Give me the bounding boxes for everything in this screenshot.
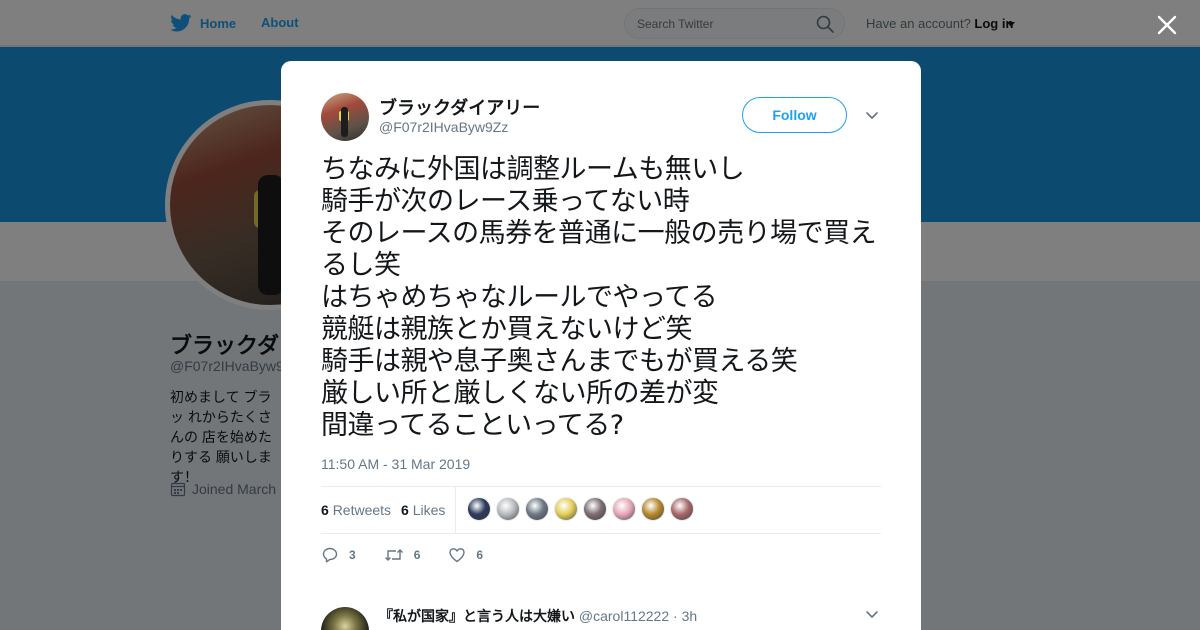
reply-author-handle[interactable]: @carol112222 <box>579 608 669 624</box>
reply-time: · 3h <box>673 608 698 624</box>
tweet-stats: 6 Retweets 6 Likes <box>321 486 881 534</box>
author-name[interactable]: ブラックダイアリー <box>379 94 540 120</box>
author-avatar[interactable] <box>321 93 369 141</box>
reply-tweet[interactable]: 『私が国家』と言う人は大嫌い @carol112222 · 3h <box>321 605 881 630</box>
liker-avatar[interactable] <box>612 497 636 521</box>
reply-icon <box>322 547 338 563</box>
retweet-action[interactable]: 6 <box>384 546 421 564</box>
like-count: 6 <box>476 548 484 562</box>
retweets-count: 6 <box>321 502 329 518</box>
like-action[interactable]: 6 <box>448 546 483 564</box>
author-avatar-figure <box>341 107 348 137</box>
reply-header: 『私が国家』と言う人は大嫌い @carol112222 · 3h <box>379 606 697 626</box>
liker-avatars <box>467 497 694 521</box>
likes-label: Likes <box>412 502 446 518</box>
liker-avatar[interactable] <box>583 497 607 521</box>
reply-action[interactable]: 3 <box>321 546 356 564</box>
liker-avatar[interactable] <box>496 497 520 521</box>
liker-avatar[interactable] <box>554 497 578 521</box>
retweets-stat[interactable]: 6 Retweets <box>321 502 391 518</box>
liker-avatar[interactable] <box>641 497 665 521</box>
reply-author-name[interactable]: 『私が国家』と言う人は大嫌い <box>379 608 575 624</box>
follow-button[interactable]: Follow <box>742 97 847 133</box>
reply-count: 3 <box>349 548 356 562</box>
tweet-text: ちなみに外国は調整ルームも無いし 騎手が次のレース乗ってない時 そのレースの馬券… <box>321 154 877 441</box>
likes-stat[interactable]: 6 Likes <box>401 502 445 518</box>
retweet-count: 6 <box>413 548 421 562</box>
liker-avatar[interactable] <box>467 497 491 521</box>
reply-avatar[interactable] <box>321 607 369 630</box>
tweet-timestamp[interactable]: 11:50 AM - 31 Mar 2019 <box>321 456 470 472</box>
liker-avatar[interactable] <box>525 497 549 521</box>
likes-count: 6 <box>401 502 409 518</box>
chevron-down-icon[interactable] <box>864 108 880 124</box>
retweets-label: Retweets <box>332 502 392 518</box>
liker-avatar[interactable] <box>670 497 694 521</box>
chevron-down-icon[interactable] <box>864 607 880 623</box>
tweet-modal: ブラックダイアリー @F07r2IHvaByw9Zz Follow ちなみに外国… <box>281 61 921 630</box>
stats-divider <box>455 487 456 533</box>
tweet-actions: 3 6 6 <box>321 544 511 566</box>
close-icon[interactable] <box>1154 12 1180 38</box>
heart-icon <box>449 548 466 563</box>
retweet-icon <box>384 549 403 561</box>
author-handle[interactable]: @F07r2IHvaByw9Zz <box>379 119 508 135</box>
